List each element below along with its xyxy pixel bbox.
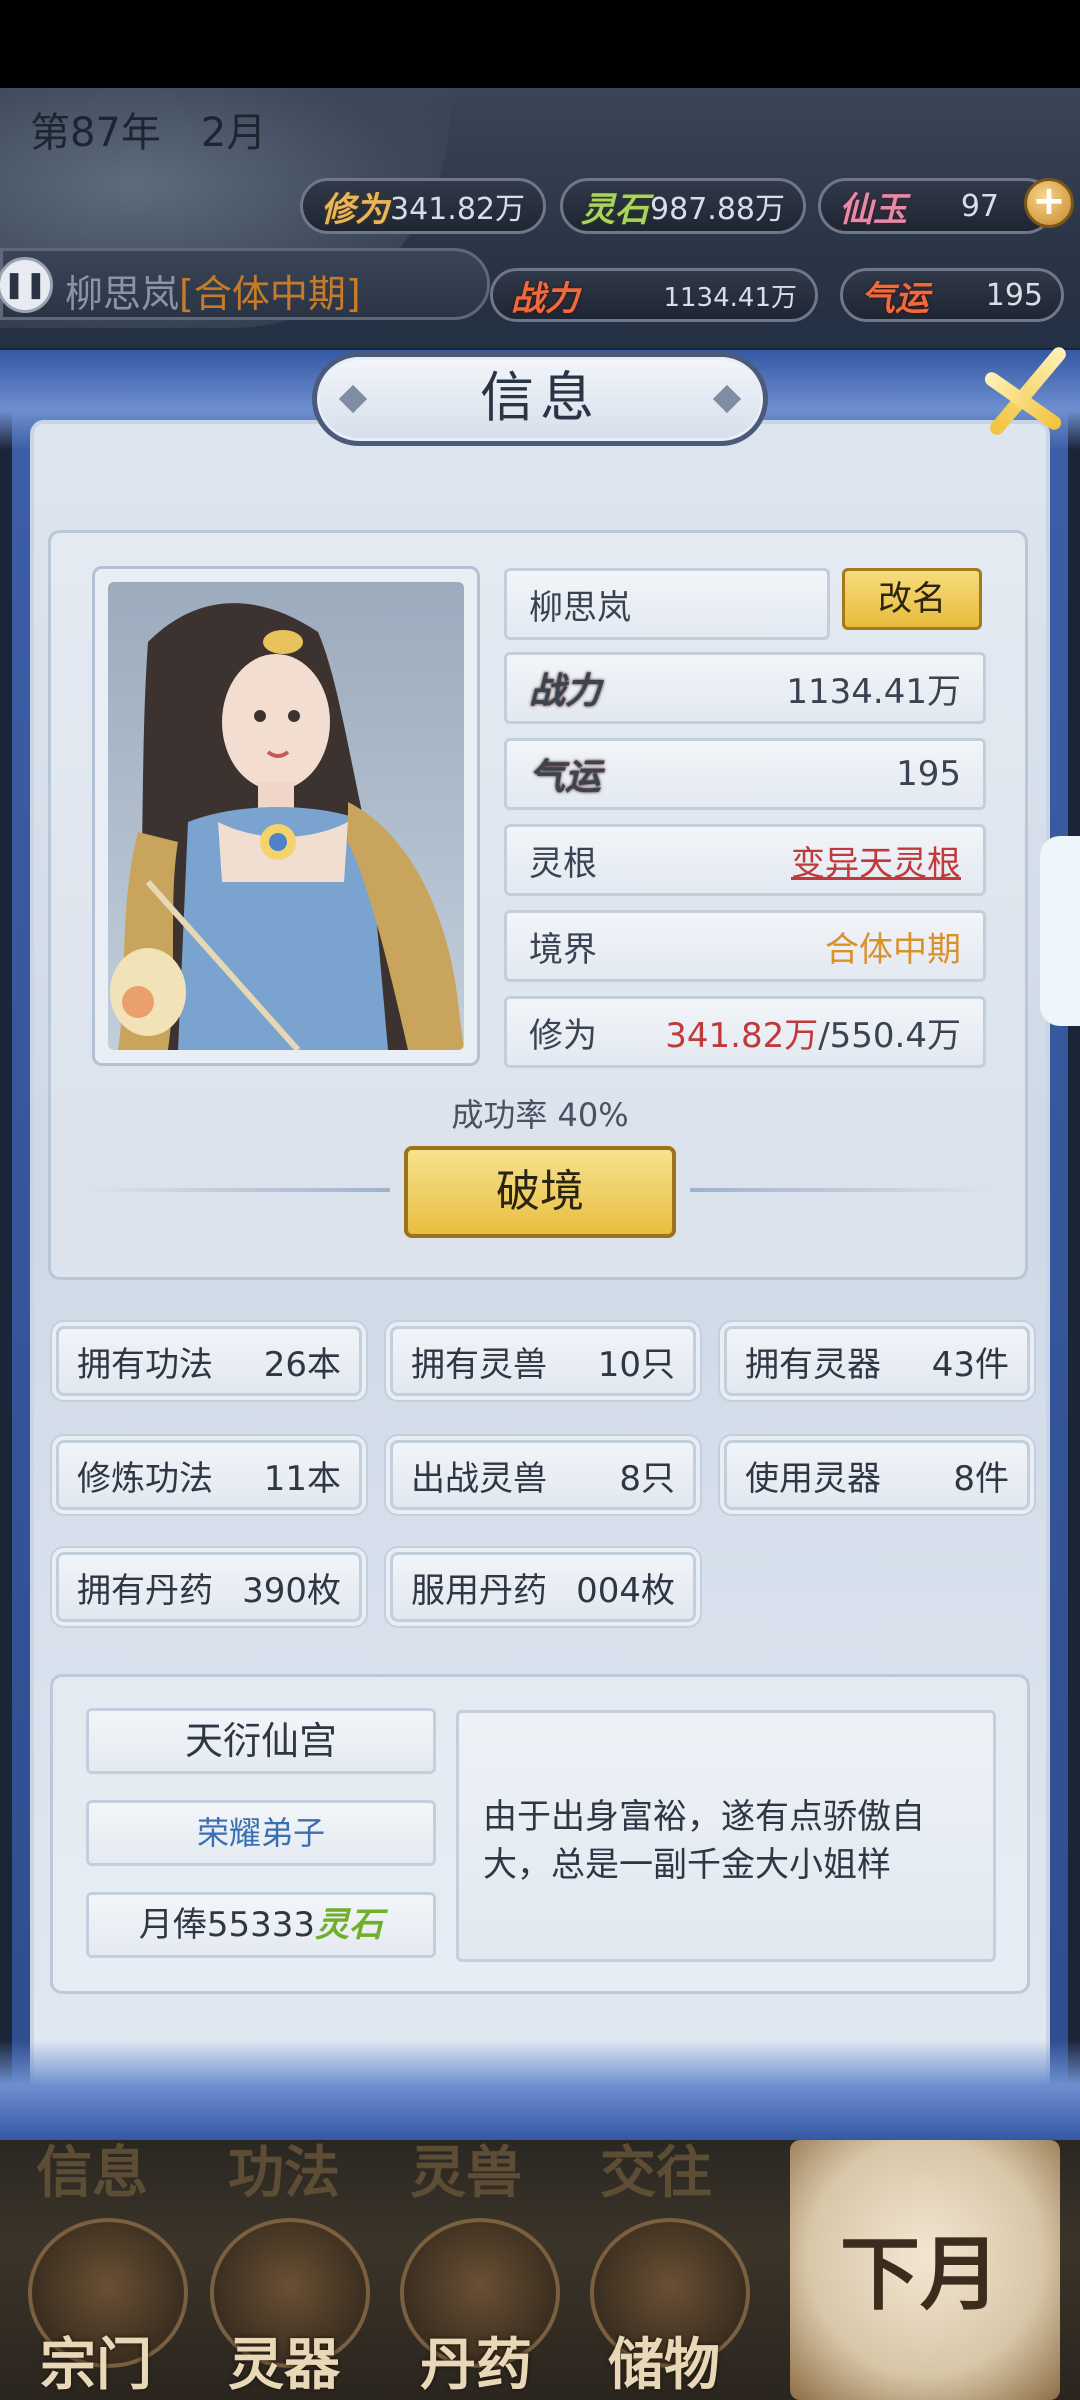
- stat-label: 拥有灵器: [745, 1344, 881, 1385]
- cultivation-progress: 341.82万/550.4万: [665, 1008, 961, 1057]
- character-name-realm: 柳思岚[合体中期]: [65, 263, 361, 318]
- luck-tag: 气运: [861, 278, 929, 319]
- add-jade-button[interactable]: +: [1024, 178, 1074, 228]
- stat-value: 43件: [931, 1344, 1009, 1385]
- stat-label: 出战灵兽: [411, 1458, 547, 1499]
- jade-tag: 仙玉: [839, 189, 907, 230]
- character-name: 柳思岚: [65, 272, 180, 316]
- cultivation-row: 修为 341.82万/550.4万: [504, 996, 986, 1068]
- pause-icon[interactable]: ❚❚: [0, 257, 53, 313]
- cultivation-tag: 修为: [321, 189, 389, 230]
- rename-button[interactable]: 改名: [842, 568, 982, 630]
- tab-info[interactable]: 信息: [36, 2128, 148, 2209]
- wing-right-decoration: [690, 1188, 990, 1192]
- character-description: 由于出身富裕，遂有点骄傲自大，总是一副千金大小姐样: [456, 1710, 996, 1962]
- name-row: 柳思岚: [504, 568, 830, 640]
- power-value: 1134.41万: [663, 282, 797, 313]
- cultivation-value: 341.82万: [390, 192, 525, 227]
- luck-row: 气运 195: [504, 738, 986, 810]
- character-realm: [合体中期]: [179, 272, 361, 316]
- menu-pills[interactable]: 丹药: [420, 2320, 532, 2400]
- character-bar[interactable]: ❚❚ 柳思岚[合体中期]: [0, 248, 490, 320]
- menu-artifacts[interactable]: 灵器: [228, 2320, 340, 2400]
- character-portrait: [108, 582, 464, 1050]
- stat-value: 10只: [597, 1344, 675, 1385]
- menu-storage[interactable]: 储物: [608, 2320, 720, 2400]
- jade-pill: 仙玉 97: [818, 178, 1054, 234]
- sect-salary: 月俸55333灵石: [86, 1892, 436, 1958]
- character-name-field: 柳思岚: [529, 587, 631, 628]
- stat-chip[interactable]: 拥有灵器 43件: [724, 1326, 1030, 1396]
- stat-value: 26本: [263, 1344, 341, 1385]
- stat-label: 拥有功法: [77, 1344, 213, 1385]
- luck-value: 195: [896, 754, 961, 794]
- cultivation-max: /550.4万: [818, 1015, 961, 1056]
- close-icon[interactable]: [976, 336, 1076, 446]
- cultivation-label: 修为: [529, 1015, 597, 1056]
- success-rate: 成功率 40%: [451, 1096, 629, 1134]
- diamond-left-icon: [338, 384, 368, 414]
- salary-amount: 月俸55333: [138, 1905, 316, 1945]
- salary-unit: 灵石: [315, 1905, 384, 1945]
- menu-sect[interactable]: 宗门: [40, 2320, 152, 2400]
- status-bar: [0, 0, 1080, 88]
- spirit-root-row: 灵根 变异天灵根: [504, 824, 986, 896]
- tab-social[interactable]: 交往: [600, 2128, 712, 2209]
- realm-label: 境界: [529, 929, 597, 970]
- stat-value: 11本: [263, 1458, 341, 1499]
- luck-value: 195: [985, 277, 1043, 313]
- stat-chip[interactable]: 拥有灵兽 10只: [390, 1326, 696, 1396]
- cultivation-pill: 修为 341.82万: [300, 178, 546, 234]
- tab-techniques[interactable]: 功法: [228, 2128, 340, 2209]
- stat-label: 拥有灵兽: [411, 1344, 547, 1385]
- luck-label: 气运: [529, 756, 602, 798]
- sect-name: 天衍仙宫: [86, 1708, 436, 1774]
- stat-chip[interactable]: 使用灵器 8件: [724, 1440, 1030, 1510]
- tab-beasts[interactable]: 灵兽: [410, 2128, 522, 2209]
- stat-chip[interactable]: 拥有丹药 390枚: [56, 1552, 362, 1622]
- stat-value: 8只: [619, 1458, 675, 1499]
- cultivation-current: 341.82万: [665, 1015, 819, 1056]
- stat-value: 8件: [953, 1458, 1009, 1499]
- spirit-root-link[interactable]: 变异天灵根: [791, 836, 961, 885]
- stat-label: 服用丹药: [411, 1570, 547, 1611]
- next-month-label: 下月: [840, 2227, 1000, 2321]
- panel-title: 信息: [480, 366, 600, 429]
- spirit-stone-tag: 灵石: [581, 189, 649, 230]
- stat-value: 004枚: [576, 1570, 675, 1611]
- power-tag: 战力: [511, 278, 579, 319]
- realm-value: 合体中期: [825, 929, 961, 970]
- sect-rank: 荣耀弟子: [86, 1800, 436, 1866]
- game-date: 第87年 2月: [30, 100, 266, 158]
- stat-value: 390枚: [242, 1570, 341, 1611]
- breakthrough-button[interactable]: 破境: [404, 1146, 676, 1238]
- stat-chip[interactable]: 拥有功法 26本: [56, 1326, 362, 1396]
- jade-value: 97: [960, 188, 999, 224]
- power-label: 战力: [529, 670, 602, 712]
- power-value: 1134.41万: [786, 671, 961, 712]
- stat-label: 使用灵器: [745, 1458, 881, 1499]
- spirit-stone-pill: 灵石 987.88万: [560, 178, 806, 234]
- realm-row: 境界 合体中期: [504, 910, 986, 982]
- year-label: 第87年: [30, 110, 161, 156]
- spirit-stone-value: 987.88万: [650, 192, 785, 227]
- month-label: 2月: [200, 110, 267, 156]
- next-month-button[interactable]: 下月: [790, 2140, 1060, 2400]
- luck-pill: 气运 195: [840, 268, 1064, 322]
- power-row: 战力 1134.41万: [504, 652, 986, 724]
- stat-chip[interactable]: 出战灵兽 8只: [390, 1440, 696, 1510]
- panel-cloud-bottom: [0, 2040, 1080, 2140]
- stat-chip[interactable]: 服用丹药 004枚: [390, 1552, 696, 1622]
- diamond-right-icon: [712, 384, 742, 414]
- power-pill: 战力 1134.41万: [490, 268, 818, 322]
- panel-title-plate: 信息: [312, 352, 768, 446]
- side-tab[interactable]: [1040, 836, 1080, 1026]
- stat-label: 拥有丹药: [77, 1570, 213, 1611]
- spirit-root-label: 灵根: [529, 843, 597, 884]
- stat-label: 修炼功法: [77, 1458, 213, 1499]
- stat-chip[interactable]: 修炼功法 11本: [56, 1440, 362, 1510]
- wing-left-decoration: [90, 1188, 390, 1192]
